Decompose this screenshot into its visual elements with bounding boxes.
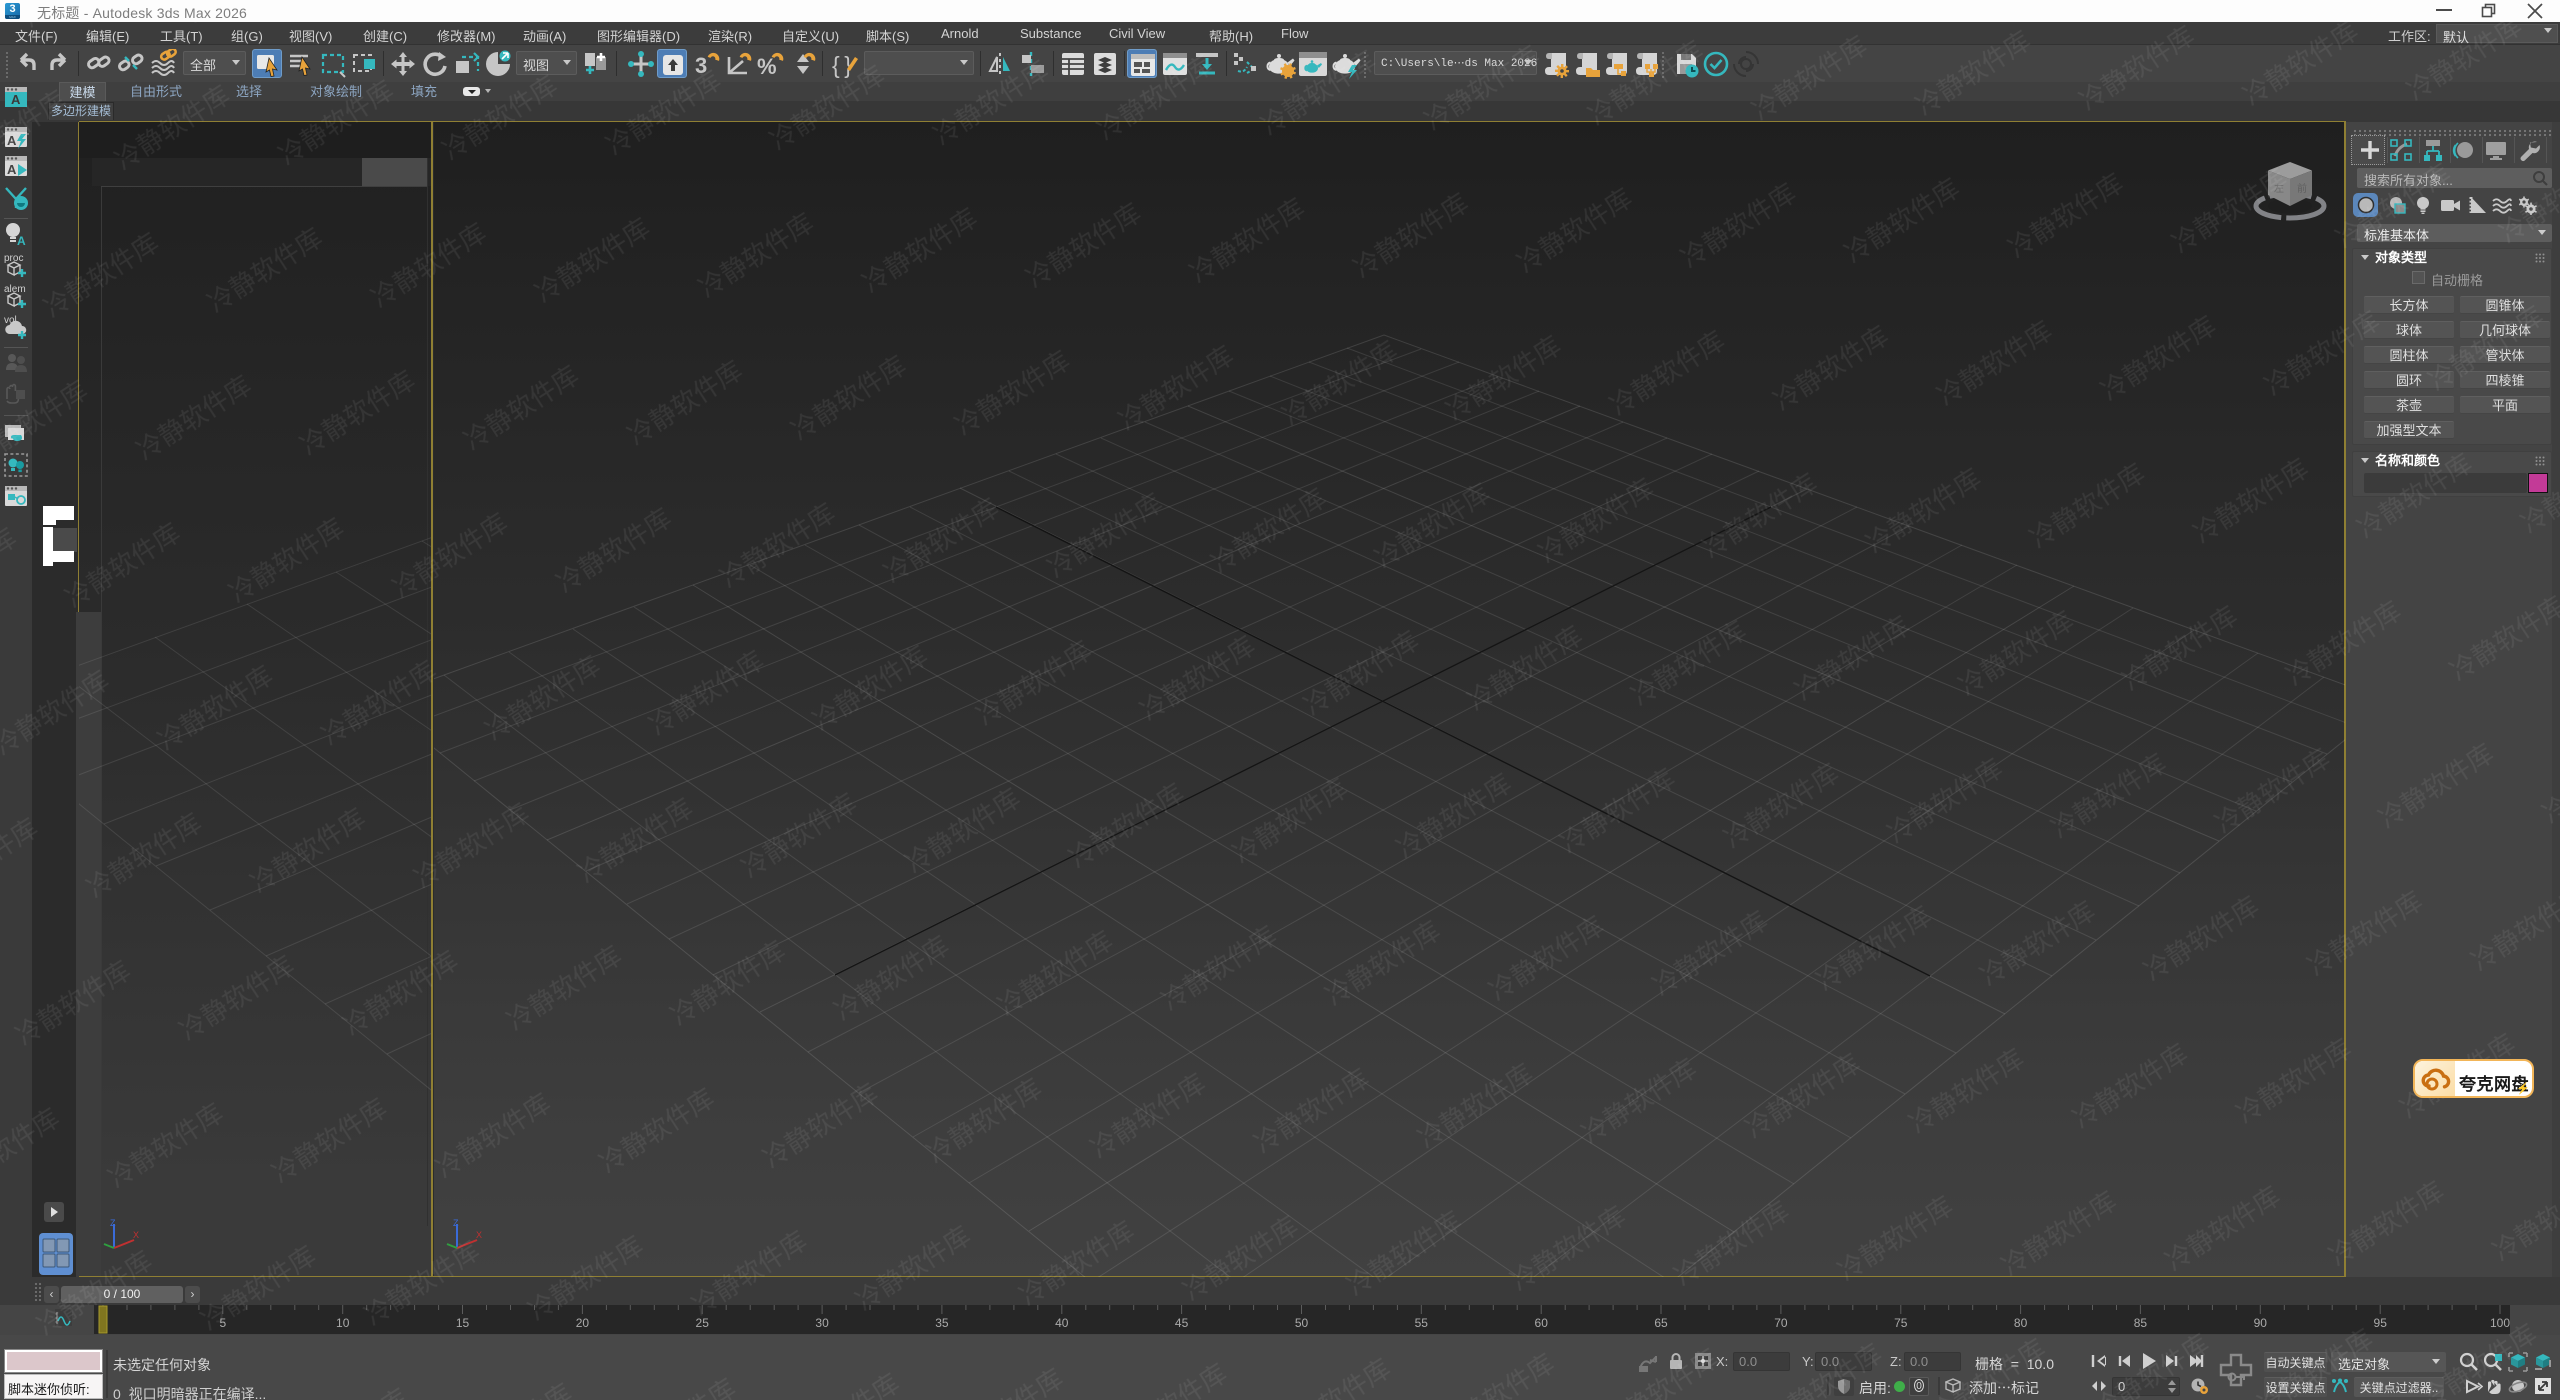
svg-text:A: A	[7, 133, 17, 148]
svg-text:75: 75	[1894, 1316, 1908, 1330]
svg-text:A: A	[17, 234, 26, 247]
svg-text:A: A	[11, 92, 21, 107]
svg-text:A: A	[7, 162, 17, 177]
svg-text:3: 3	[695, 53, 707, 78]
svg-text:25: 25	[696, 1316, 710, 1330]
svg-text:{ }: { }	[832, 52, 852, 78]
svg-text:40: 40	[1055, 1316, 1069, 1330]
svg-text:65: 65	[1654, 1316, 1668, 1330]
svg-text:前: 前	[2297, 182, 2307, 195]
svg-text:80: 80	[2014, 1316, 2028, 1330]
svg-text:100: 100	[2490, 1316, 2510, 1330]
svg-text:50: 50	[1295, 1316, 1309, 1330]
svg-text:85: 85	[2134, 1316, 2148, 1330]
svg-text:15: 15	[456, 1316, 470, 1330]
svg-text:左: 左	[2274, 182, 2284, 195]
svg-text:70: 70	[1774, 1316, 1788, 1330]
svg-text:10: 10	[336, 1316, 350, 1330]
svg-text:60: 60	[1535, 1316, 1549, 1330]
svg-text:30: 30	[815, 1316, 829, 1330]
svg-text:20: 20	[576, 1316, 590, 1330]
svg-text:%: %	[757, 54, 777, 79]
svg-text:35: 35	[935, 1316, 949, 1330]
svg-text:5: 5	[219, 1316, 226, 1330]
svg-text:90: 90	[2254, 1316, 2268, 1330]
svg-text:95: 95	[2374, 1316, 2388, 1330]
svg-text:55: 55	[1415, 1316, 1429, 1330]
svg-text:45: 45	[1175, 1316, 1189, 1330]
